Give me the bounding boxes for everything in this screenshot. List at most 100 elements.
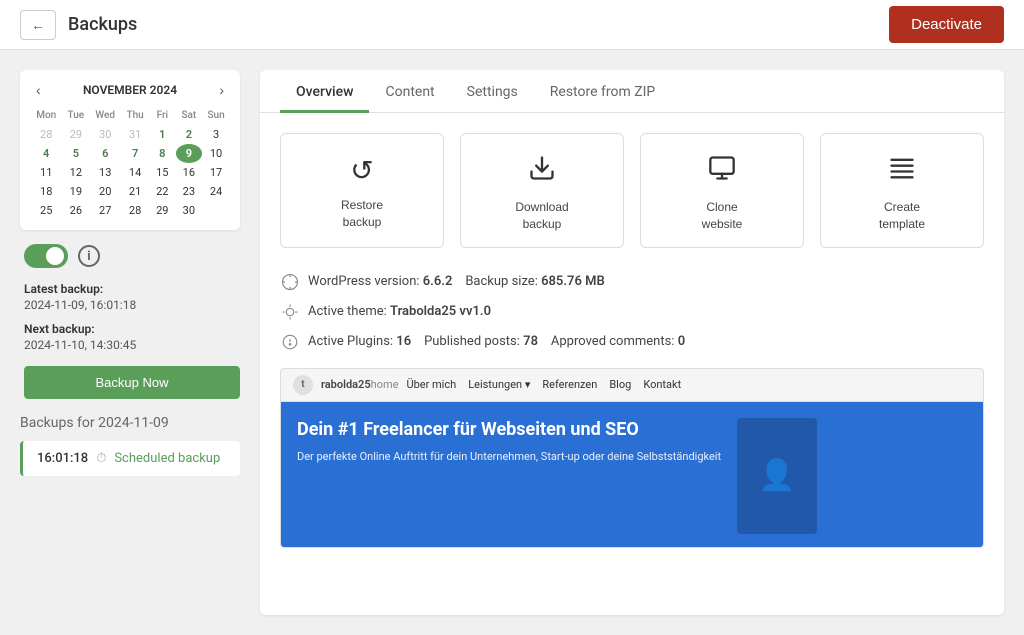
calendar-day[interactable]: 13 [89, 163, 121, 182]
calendar-day[interactable]: 7 [121, 144, 149, 163]
tab-overview[interactable]: Overview [280, 70, 369, 113]
calendar-day[interactable]: 31 [121, 125, 149, 144]
backup-size-label: Backup size: [465, 274, 541, 289]
theme-value: Trabolda25 vv1.0 [390, 304, 491, 319]
next-backup-value: 2024-11-10, 14:30:45 [24, 338, 240, 352]
calendar-day[interactable]: 24 [202, 182, 230, 201]
toggle-area: i [20, 244, 240, 268]
restore-backup-button[interactable]: ↺ Restorebackup [280, 133, 444, 248]
calendar-day[interactable]: 8 [149, 144, 176, 163]
next-backup-label: Next backup: [24, 322, 240, 336]
cal-header-wed: Wed [89, 108, 121, 125]
page-title: Backups [68, 14, 137, 35]
calendar-day[interactable]: 1 [149, 125, 176, 144]
calendar-day[interactable]: 18 [30, 182, 62, 201]
calendar-prev-button[interactable]: ‹ [30, 80, 47, 100]
right-panel: Overview Content Settings Restore from Z… [260, 70, 1004, 615]
tab-content[interactable]: Content [369, 70, 450, 113]
calendar-day[interactable]: 16 [176, 163, 203, 182]
nav-kontakt: Kontakt [643, 378, 681, 391]
calendar-day[interactable]: 25 [30, 201, 62, 220]
calendar-day[interactable]: 5 [62, 144, 89, 163]
calendar-day[interactable]: 15 [149, 163, 176, 182]
tabs-bar: Overview Content Settings Restore from Z… [260, 70, 1004, 113]
wp-version-label: WordPress version: [308, 274, 423, 289]
nav-blog: Blog [609, 378, 631, 391]
site-info-theme: Active theme: Trabolda25 vv1.0 [280, 302, 984, 322]
restore-icon: ↺ [350, 154, 373, 187]
backup-now-button[interactable]: Backup Now [24, 366, 240, 399]
preview-logo: t [293, 375, 313, 395]
clone-website-button[interactable]: Clonewebsite [640, 133, 804, 248]
cal-header-sat: Sat [176, 108, 203, 125]
cal-header-sun: Sun [202, 108, 230, 125]
calendar-day[interactable]: 3 [202, 125, 230, 144]
download-icon [528, 154, 556, 189]
preview-content: Dein #1 Freelancer für Webseiten und SEO… [281, 402, 983, 548]
calendar-day[interactable]: 29 [149, 201, 176, 220]
preview-hero-heading: Dein #1 Freelancer für Webseiten und SEO [297, 418, 721, 441]
calendar-day[interactable]: 20 [89, 182, 121, 201]
calendar-next-button[interactable]: › [213, 80, 230, 100]
site-info-wp-text: WordPress version: 6.6.2 Backup size: 68… [308, 274, 605, 289]
calendar-day[interactable]: 14 [121, 163, 149, 182]
create-template-button[interactable]: Createtemplate [820, 133, 984, 248]
calendar-day[interactable]: 11 [30, 163, 62, 182]
latest-backup-value: 2024-11-09, 16:01:18 [24, 298, 240, 312]
deactivate-button[interactable]: Deactivate [889, 6, 1004, 43]
preview-nav: t rabolda25home Über mich Leistungen ▾ R… [281, 369, 983, 402]
calendar-day[interactable]: 19 [62, 182, 89, 201]
calendar-day[interactable]: 28 [30, 125, 62, 144]
calendar-day[interactable]: 10 [202, 144, 230, 163]
calendar-day [202, 201, 230, 220]
calendar-day[interactable]: 29 [62, 125, 89, 144]
site-info-theme-text: Active theme: Trabolda25 vv1.0 [308, 304, 491, 319]
calendar-day[interactable]: 23 [176, 182, 203, 201]
tab-content-overview: ↺ Restorebackup Downloadbackup [260, 113, 1004, 615]
preview-hero-subtext: Der perfekte Online Auftritt für dein Un… [297, 449, 721, 464]
backup-item[interactable]: 16:01:18 ⏱ Scheduled backup [20, 441, 240, 476]
plugins-label: Active Plugins: [308, 334, 396, 349]
restore-backup-label: Restorebackup [341, 197, 383, 231]
preview-nav-links: Über mich Leistungen ▾ Referenzen Blog K… [406, 378, 681, 391]
wp-version: 6.6.2 [423, 274, 453, 289]
backup-toggle[interactable] [24, 244, 68, 268]
calendar-day[interactable]: 4 [30, 144, 62, 163]
calendar-day[interactable]: 26 [62, 201, 89, 220]
calendar-day[interactable]: 22 [149, 182, 176, 201]
calendar-day[interactable]: 12 [62, 163, 89, 182]
cal-header-mon: Mon [30, 108, 62, 125]
cal-header-thu: Thu [121, 108, 149, 125]
nav-ubermich: Über mich [406, 378, 456, 391]
nav-referenzen: Referenzen [542, 378, 597, 391]
calendar-day[interactable]: 9 [176, 144, 203, 163]
backup-info: Latest backup: 2024-11-09, 16:01:18 Next… [20, 282, 240, 399]
calendar-day[interactable]: 30 [89, 125, 121, 144]
create-template-label: Createtemplate [879, 199, 925, 233]
template-icon [888, 154, 916, 189]
tab-settings[interactable]: Settings [451, 70, 534, 113]
posts-count: 78 [523, 334, 538, 349]
calendar-grid: Mon Tue Wed Thu Fri Sat Sun 282930311234… [30, 108, 230, 220]
download-backup-button[interactable]: Downloadbackup [460, 133, 624, 248]
calendar-day[interactable]: 30 [176, 201, 203, 220]
site-info-wp: WordPress version: 6.6.2 Backup size: 68… [280, 272, 984, 292]
tab-restore-from-zip[interactable]: Restore from ZIP [534, 70, 671, 113]
info-icon[interactable]: i [78, 245, 100, 267]
posts-label: Published posts: [424, 334, 523, 349]
calendar-month: NOVEMBER 2024 [83, 83, 177, 97]
cal-header-fri: Fri [149, 108, 176, 125]
calendar-header: ‹ NOVEMBER 2024 › [30, 80, 230, 100]
comments-count: 0 [678, 334, 685, 349]
back-button[interactable]: ← [20, 10, 56, 40]
site-info-plugins: Active Plugins: 16 Published posts: 78 A… [280, 332, 984, 352]
calendar-day[interactable]: 27 [89, 201, 121, 220]
calendar-day[interactable]: 28 [121, 201, 149, 220]
comments-label: Approved comments: [551, 334, 678, 349]
site-info: WordPress version: 6.6.2 Backup size: 68… [280, 272, 984, 352]
calendar-day[interactable]: 6 [89, 144, 121, 163]
calendar-day[interactable]: 17 [202, 163, 230, 182]
header-left: ← Backups [20, 10, 137, 40]
calendar-day[interactable]: 21 [121, 182, 149, 201]
calendar-day[interactable]: 2 [176, 125, 203, 144]
